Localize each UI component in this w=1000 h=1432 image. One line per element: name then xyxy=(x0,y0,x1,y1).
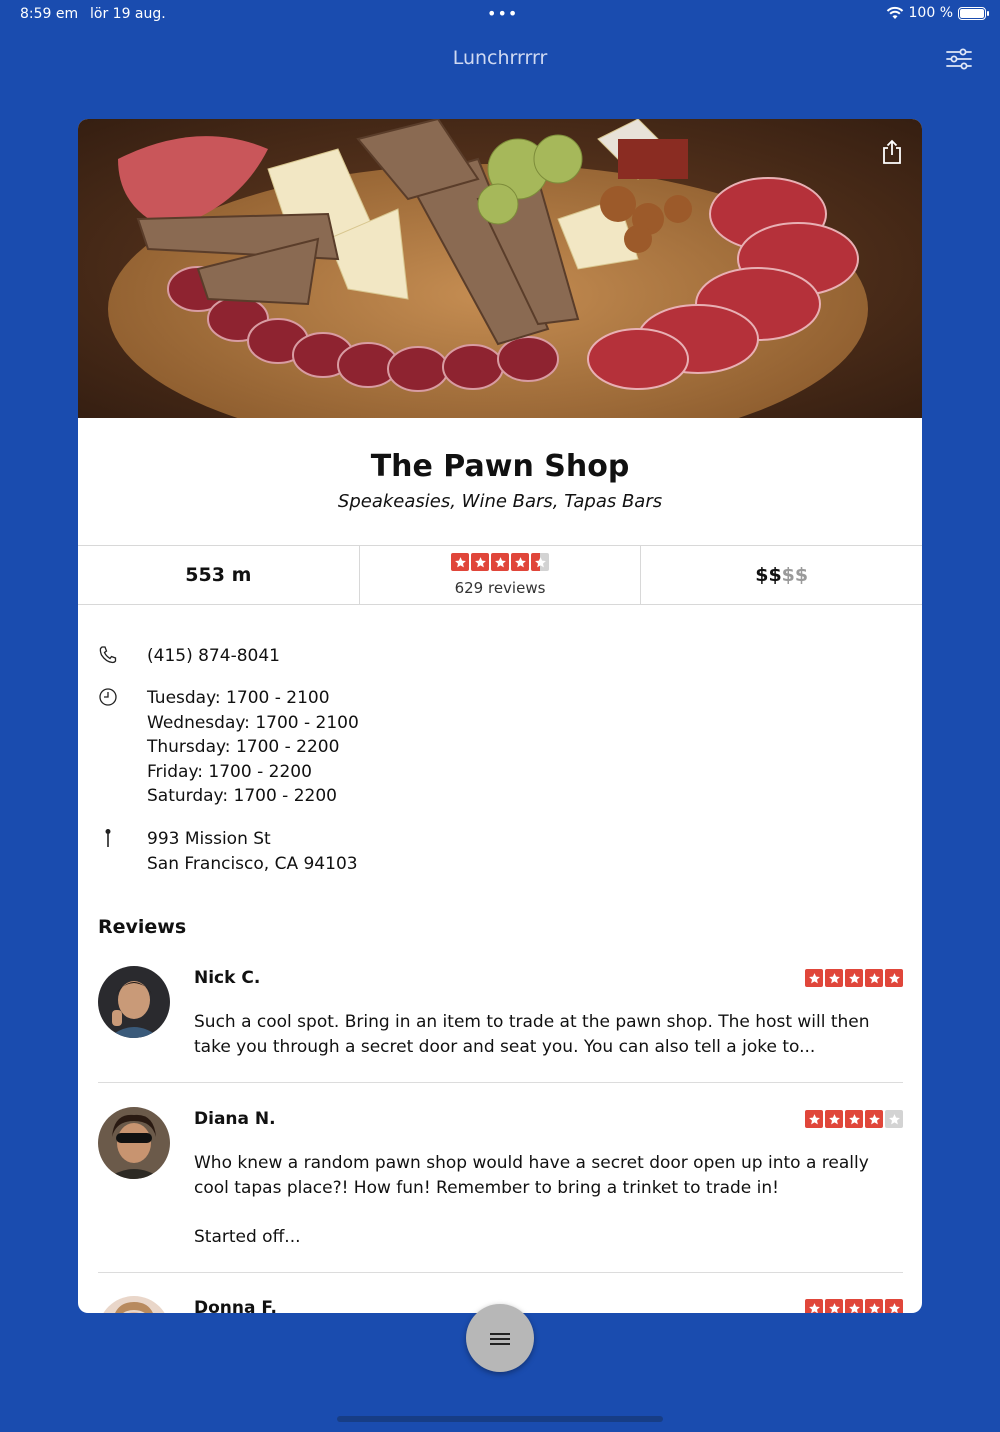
star-icon xyxy=(845,969,863,987)
star-icon xyxy=(511,553,529,571)
menu-button[interactable] xyxy=(466,1304,534,1372)
review-divider xyxy=(98,1272,903,1273)
star-icon xyxy=(885,1299,903,1313)
star-icon xyxy=(865,1110,883,1128)
address: 993 Mission St San Francisco, CA 94103 xyxy=(147,827,358,876)
stats-bar: 553 m 629 reviews $$$$ xyxy=(78,545,922,605)
phone-icon xyxy=(99,646,117,664)
star-icon xyxy=(531,553,549,571)
review-text: Such a cool spot. Bring in an item to tr… xyxy=(194,1012,870,1057)
battery-icon xyxy=(958,6,989,20)
hours-line: Friday: 1700 - 2200 xyxy=(147,761,312,782)
avatar xyxy=(98,1107,170,1179)
battery-percent: 100 % xyxy=(908,5,953,21)
review-count: 629 reviews xyxy=(454,579,546,597)
star-icon xyxy=(885,1110,903,1128)
star-icon xyxy=(491,553,509,571)
phone-number: (415) 874-8041 xyxy=(147,646,280,666)
reviewer-name: Donna F. xyxy=(194,1298,277,1313)
multitasking-dots-icon[interactable]: ••• xyxy=(487,4,518,23)
hours-line: Saturday: 1700 - 2200 xyxy=(147,786,337,806)
address-line1: 993 Mission St xyxy=(147,829,271,849)
address-line2: San Francisco, CA 94103 xyxy=(147,853,358,874)
star-icon xyxy=(825,969,843,987)
star-icon xyxy=(451,553,469,571)
price-level: $$$$ xyxy=(755,564,808,586)
sliders-icon[interactable] xyxy=(944,44,974,74)
star-icon xyxy=(865,969,883,987)
hours-line: Wednesday: 1700 - 2100 xyxy=(147,712,359,733)
restaurant-name: The Pawn Shop xyxy=(370,449,630,484)
review-text: Who knew a random pawn shop would have a… xyxy=(194,1153,869,1247)
restaurant-card[interactable]: The Pawn Shop Speakeasies, Wine Bars, Ta… xyxy=(78,119,922,1313)
star-icon xyxy=(805,1110,823,1128)
star-icon xyxy=(845,1110,863,1128)
hours-list: Tuesday: 1700 - 2100 Wednesday: 1700 - 2… xyxy=(147,686,359,809)
avatar xyxy=(98,1296,170,1313)
nav-title: Lunchrrrrr xyxy=(452,47,548,69)
distance-cell: 553 m xyxy=(78,546,359,604)
price-inactive: $$ xyxy=(781,564,809,586)
rating-stars xyxy=(360,553,641,571)
star-icon xyxy=(885,969,903,987)
clock-icon xyxy=(99,688,117,706)
reviewer-name: Diana N. xyxy=(194,1109,276,1129)
share-icon[interactable] xyxy=(880,139,904,165)
star-icon xyxy=(845,1299,863,1313)
star-icon xyxy=(471,553,489,571)
star-icon xyxy=(865,1299,883,1313)
hours-line: Tuesday: 1700 - 2100 xyxy=(147,688,330,708)
star-icon xyxy=(805,969,823,987)
rating-cell[interactable]: 629 reviews xyxy=(358,546,641,604)
review-stars xyxy=(805,1299,903,1313)
distance-value: 553 m xyxy=(185,564,252,586)
star-icon xyxy=(805,1299,823,1313)
wifi-icon xyxy=(886,6,903,19)
review-divider xyxy=(98,1082,903,1083)
menu-icon xyxy=(490,1333,510,1348)
status-date: lör 19 aug. xyxy=(90,6,166,22)
pin-icon xyxy=(105,829,111,847)
restaurant-categories: Speakeasies, Wine Bars, Tapas Bars xyxy=(337,491,663,512)
hero-image xyxy=(78,119,922,418)
review-stars xyxy=(805,1110,903,1128)
price-active: $$ xyxy=(755,564,782,586)
home-indicator[interactable] xyxy=(337,1416,663,1422)
star-icon xyxy=(825,1110,843,1128)
star-icon xyxy=(825,1299,843,1313)
reviewer-name: Nick C. xyxy=(194,968,261,988)
reviews-heading: Reviews xyxy=(98,916,187,938)
price-cell: $$$$ xyxy=(640,546,922,604)
review-stars xyxy=(805,969,903,987)
hours-line: Thursday: 1700 - 2200 xyxy=(147,737,340,757)
status-bar: 8:59 em lör 19 aug. ••• 100 % xyxy=(0,0,1000,30)
status-time: 8:59 em xyxy=(20,6,79,22)
avatar xyxy=(98,966,170,1038)
